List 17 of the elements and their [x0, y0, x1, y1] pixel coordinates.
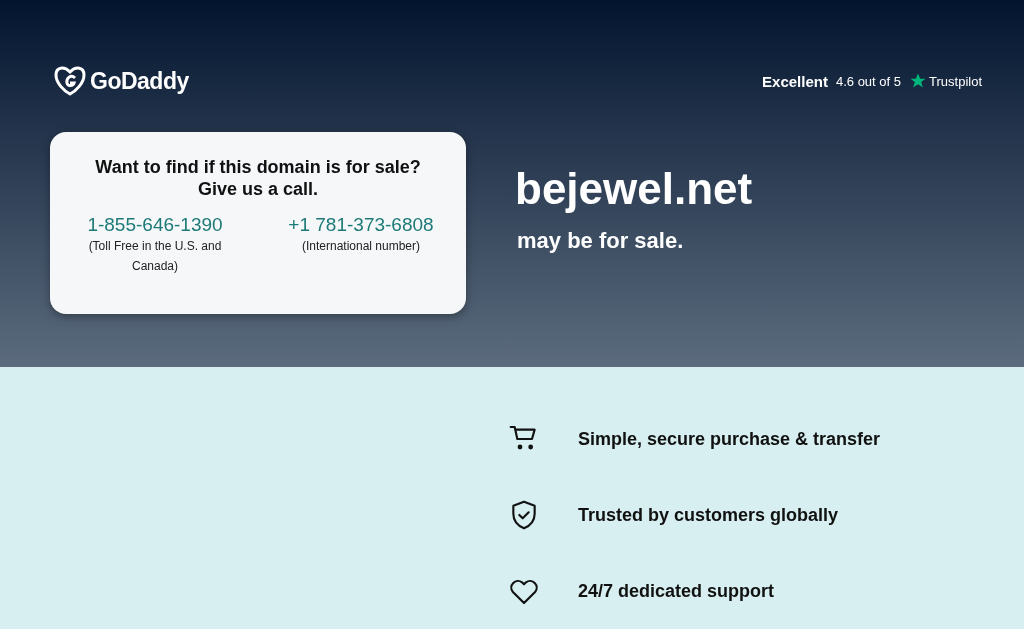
feature-text: Trusted by customers globally	[578, 504, 839, 526]
domain-name: bejewel.net	[515, 164, 753, 214]
star-icon	[909, 72, 927, 90]
phone-note: (Toll Free in the U.S. and Canada)	[87, 238, 223, 275]
phone-note: (International number)	[301, 238, 421, 255]
logo-icon	[54, 66, 86, 96]
phone-link[interactable]: 1-855-646-1390	[87, 214, 223, 236]
domain-status: may be for sale.	[516, 228, 685, 254]
feature-text: Simple, secure purchase & transfer	[578, 428, 881, 450]
logo-text[interactable]: GoDaddy	[90, 67, 189, 95]
phone-link[interactable]: +1 781-373-6808	[288, 214, 434, 236]
feature-text: 24/7 dedicated support	[578, 580, 775, 602]
rating-label: Excellent	[762, 72, 828, 90]
trustpilot-text[interactable]: Trustpilot	[929, 73, 982, 89]
card-subtitle: Give us a call.	[197, 178, 319, 200]
rating-score: 4.6 out of 5	[835, 73, 901, 89]
card-title: Want to find if this domain is for sale?	[95, 156, 421, 178]
